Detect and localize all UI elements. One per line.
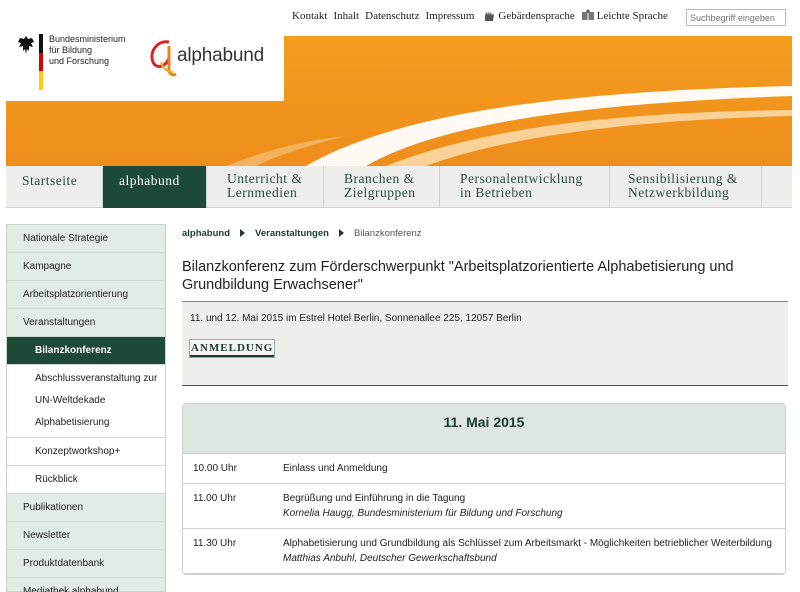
page-title-line2: Grundbildung Erwachsener"	[182, 277, 363, 293]
program-description: Alphabetisierung und Grundbildung als Sc…	[283, 538, 772, 564]
main-navigation: Startseite alphabund Unterricht & Lernme…	[6, 166, 792, 208]
topnav-link-gebaerdensprache[interactable]: Gebärdensprache	[482, 9, 575, 23]
nav-tab-personalentwicklung[interactable]: Personalentwicklung in Betrieben	[440, 166, 610, 208]
sign-language-icon	[485, 11, 495, 21]
event-info-box: 11. und 12. Mai 2015 im Estrel Hotel Ber…	[182, 302, 788, 386]
sidebar-navigation: Nationale Strategie Kampagne Arbeitsplat…	[6, 224, 166, 592]
nav-tab-startseite[interactable]: Startseite	[6, 166, 103, 208]
program-row: 11.30 Uhr Alphabetisierung und Grundbild…	[183, 529, 785, 574]
program-time: 11.00 Uhr	[193, 493, 237, 504]
breadcrumb-veranstaltungen[interactable]: Veranstaltungen	[255, 228, 329, 239]
nav-tab-label-line2: Lernmedien	[227, 185, 298, 200]
nav-tab-label-line2: in Betrieben	[460, 185, 533, 200]
sidebar-item-nationale-strategie[interactable]: Nationale Strategie	[7, 225, 165, 253]
sidebar-item-kampagne[interactable]: Kampagne	[7, 253, 165, 281]
gebaerdensprache-label: Gebärdensprache	[498, 10, 575, 22]
nav-tab-label-line1: Branchen &	[344, 171, 415, 186]
easy-language-book-icon	[581, 9, 594, 20]
leichte-sprache-label: Leichte Sprache	[596, 10, 668, 22]
sidebar-subitem-rueckblick[interactable]: Rückblick	[7, 466, 165, 494]
nav-tab-alphabund[interactable]: alphabund	[103, 166, 207, 208]
program-time: 11.30 Uhr	[193, 538, 237, 549]
sidebar-item-arbeitsplatzorientierung[interactable]: Arbeitsplatzorientierung	[7, 281, 165, 309]
nav-tab-branchen[interactable]: Branchen & Zielgruppen	[324, 166, 440, 208]
alphabund-wordmark: alphabund	[177, 45, 264, 66]
topnav-link-inhalt[interactable]: Inhalt	[333, 10, 359, 22]
search-input[interactable]	[686, 9, 786, 26]
program-row: 10.00 Uhr Einlass und Anmeldung	[183, 454, 785, 484]
subitem-label-line: UN-Weltdekade	[35, 395, 106, 406]
nav-tab-label: Startseite	[22, 173, 78, 188]
sidebar-item-mediathek[interactable]: Mediathek alphabund	[7, 578, 165, 592]
breadcrumb: alphabund Veranstaltungen Bilanzkonferen…	[182, 224, 788, 242]
event-date-location: 11. und 12. Mai 2015 im Estrel Hotel Ber…	[190, 313, 522, 324]
program-time: 10.00 Uhr	[193, 463, 237, 474]
federal-eagle-icon	[18, 36, 34, 54]
program-session-title: Alphabetisierung und Grundbildung als Sc…	[283, 538, 772, 549]
bmbf-logo[interactable]: Bundesministerium für Bildung und Forsch…	[16, 34, 139, 91]
nav-tab-label-line2: Netzwerkbildung	[628, 185, 730, 200]
nav-tab-label-line1: Unterricht &	[227, 171, 303, 186]
program-speaker: Matthias Anbuhl, Deutscher Gewerkschafts…	[283, 553, 497, 564]
bmbf-text: Bundesministerium für Bildung und Forsch…	[49, 34, 126, 66]
program-description: Begrüßung und Einführung in die Tagung K…	[283, 493, 563, 519]
page-title-line1: Bilanzkonferenz zum Förderschwerpunkt "A…	[182, 259, 734, 275]
program-session-title: Begrüßung und Einführung in die Tagung	[283, 493, 466, 504]
sidebar-item-veranstaltungen[interactable]: Veranstaltungen	[7, 309, 165, 337]
german-flag-icon	[39, 34, 43, 91]
sidebar-item-publikationen[interactable]: Publikationen	[7, 494, 165, 522]
program-session-title: Einlass und Anmeldung	[283, 463, 388, 474]
nav-tab-label: alphabund	[119, 173, 180, 188]
topnav-link-impressum[interactable]: Impressum	[426, 10, 475, 22]
program-speaker: Kornelia Haugg, Bundesministerium für Bi…	[283, 508, 563, 519]
program-row: 11.00 Uhr Begrüßung und Einführung in di…	[183, 484, 785, 529]
breadcrumb-arrow-icon	[240, 229, 246, 237]
nav-tab-label-line1: Personalentwicklung	[460, 171, 583, 186]
breadcrumb-current: Bilanzkonferenz	[353, 227, 422, 239]
program-day-header: 11. Mai 2015	[183, 404, 785, 454]
page-title: Bilanzkonferenz zum Förderschwerpunkt "A…	[182, 258, 788, 294]
nav-tab-sensibilisierung[interactable]: Sensibilisierung & Netzwerkbildung	[610, 166, 762, 208]
subitem-label-line: Abschlussveranstaltung zur	[35, 373, 158, 384]
topnav-link-kontakt[interactable]: Kontakt	[292, 10, 327, 22]
program-description: Einlass und Anmeldung	[283, 463, 388, 474]
alphabund-logo[interactable]: alphabund	[147, 36, 264, 80]
program-table: 11. Mai 2015 10.00 Uhr Einlass und Anmel…	[182, 403, 786, 575]
sidebar-item-newsletter[interactable]: Newsletter	[7, 522, 165, 550]
service-navigation: Kontakt Inhalt Datenschutz Impressum Geb…	[292, 9, 674, 23]
nav-tab-label-line1: Sensibilisierung &	[628, 171, 738, 186]
sidebar-item-produktdatenbank[interactable]: Produktdatenbank	[7, 550, 165, 578]
nav-tab-label-line2: Zielgruppen	[344, 185, 416, 200]
sidebar-item-bilanzkonferenz[interactable]: Bilanzkonferenz	[7, 337, 165, 365]
register-button[interactable]: ANMELDUNG	[188, 339, 276, 358]
topnav-link-leichte-sprache[interactable]: Leichte Sprache	[581, 9, 668, 23]
sidebar-subitem-abschlussveranstaltung[interactable]: Abschlussveranstaltung zur UN-Weltdekade…	[7, 365, 165, 438]
breadcrumb-arrow-icon	[338, 229, 344, 237]
topnav-link-datenschutz[interactable]: Datenschutz	[365, 10, 419, 22]
main-content: alphabund Veranstaltungen Bilanzkonferen…	[182, 224, 788, 575]
alphabund-mark-icon	[150, 40, 177, 77]
nav-tab-unterricht[interactable]: Unterricht & Lernmedien	[207, 166, 324, 208]
sidebar-subitem-konzeptworkshop[interactable]: Konzeptworkshop+	[7, 438, 165, 466]
breadcrumb-alphabund[interactable]: alphabund	[182, 228, 230, 239]
subitem-label-line: Alphabetisierung	[35, 417, 110, 428]
